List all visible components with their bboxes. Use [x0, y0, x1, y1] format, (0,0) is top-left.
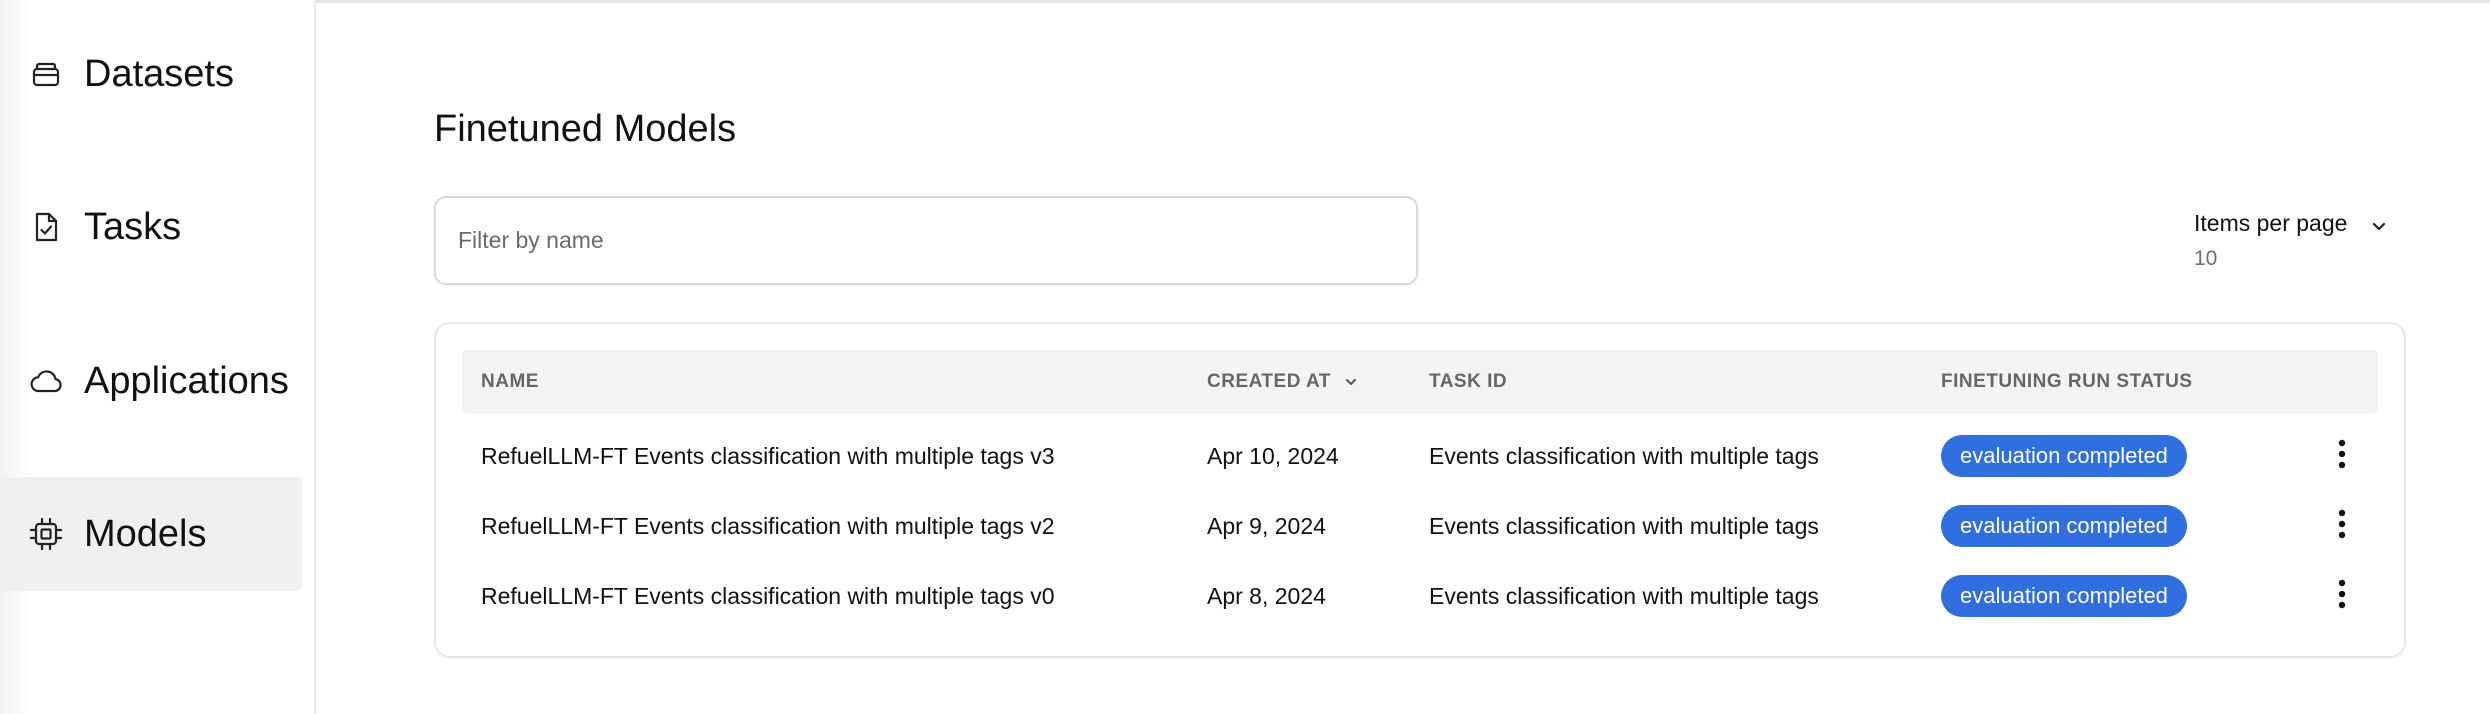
- column-header-created-at[interactable]: CREATED AT: [1207, 350, 1359, 414]
- chevron-down-icon: [2369, 216, 2389, 241]
- created-at: Apr 10, 2024: [1207, 442, 1339, 469]
- task-id: Events classification with multiple tags: [1429, 512, 1819, 539]
- table-header: NAME CREATED AT TASK ID FINETUNING RUN S…: [462, 350, 2378, 414]
- task-id: Events classification with multiple tags: [1429, 582, 1819, 609]
- status-badge: evaluation completed: [1941, 575, 2187, 617]
- status-badge: evaluation completed: [1941, 435, 2187, 477]
- table-row[interactable]: RefuelLLM-FT Events classification with …: [462, 421, 2378, 491]
- items-per-page-select[interactable]: Items per page 10: [2194, 210, 2394, 271]
- sidebar-item-label: Models: [84, 512, 207, 555]
- model-name[interactable]: RefuelLLM-FT Events classification with …: [481, 491, 1055, 561]
- created-at: Apr 8, 2024: [1207, 582, 1326, 609]
- table-row[interactable]: RefuelLLM-FT Events classification with …: [462, 561, 2378, 631]
- cloud-icon: [28, 363, 64, 399]
- top-divider: [0, 0, 2490, 3]
- chip-icon: [28, 516, 64, 552]
- sidebar-item-label: Datasets: [84, 52, 234, 95]
- column-header-task-id[interactable]: TASK ID: [1429, 350, 1507, 414]
- models-table: NAME CREATED AT TASK ID FINETUNING RUN S…: [434, 322, 2406, 658]
- model-name[interactable]: RefuelLLM-FT Events classification with …: [481, 421, 1055, 491]
- status-cell: evaluation completed: [1941, 561, 2187, 631]
- status-cell: evaluation completed: [1941, 421, 2187, 491]
- sidebar-item-models[interactable]: Models: [0, 477, 302, 591]
- sidebar-item-label: Tasks: [84, 205, 182, 248]
- column-header-name[interactable]: NAME: [481, 350, 539, 414]
- more-vertical-icon: [2337, 508, 2347, 545]
- sidebar-item-tasks[interactable]: Tasks: [0, 170, 302, 284]
- status-badge: evaluation completed: [1941, 505, 2187, 547]
- more-vertical-icon: [2337, 438, 2347, 475]
- sidebar-item-label: Applications: [84, 359, 289, 402]
- row-actions-button[interactable]: [2324, 508, 2360, 544]
- filter-input[interactable]: [434, 196, 1418, 285]
- task-id: Events classification with multiple tags: [1429, 442, 1819, 469]
- row-actions-button[interactable]: [2324, 438, 2360, 474]
- task-file-icon: [28, 209, 64, 245]
- sort-descending-icon: [1343, 374, 1359, 390]
- page-title: Finetuned Models: [434, 108, 737, 150]
- created-at: Apr 9, 2024: [1207, 512, 1326, 539]
- items-per-page-label: Items per page: [2194, 210, 2348, 236]
- status-cell: evaluation completed: [1941, 491, 2187, 561]
- column-header-label: CREATED AT: [1207, 371, 1331, 392]
- sidebar: Datasets Tasks Applications Models: [0, 0, 316, 714]
- items-per-page-value: 10: [2194, 247, 2218, 270]
- database-icon: [28, 56, 64, 92]
- model-name[interactable]: RefuelLLM-FT Events classification with …: [481, 561, 1055, 631]
- sidebar-item-applications[interactable]: Applications: [0, 324, 302, 438]
- column-header-status[interactable]: FINETUNING RUN STATUS: [1941, 350, 2193, 414]
- row-actions-button[interactable]: [2324, 578, 2360, 614]
- sidebar-item-datasets[interactable]: Datasets: [0, 17, 302, 131]
- table-row[interactable]: RefuelLLM-FT Events classification with …: [462, 491, 2378, 561]
- more-vertical-icon: [2337, 578, 2347, 615]
